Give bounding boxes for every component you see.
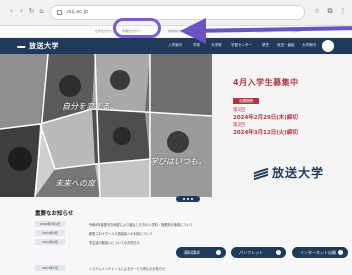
reload-icon[interactable]: ↻ <box>28 8 35 15</box>
browser-toolbar: ‹ › ↻ ⌂ ouj.ac.jp ☆ ⧉ ⋮ <box>0 0 352 26</box>
nav-item[interactable]: 大学案内 <box>302 43 316 48</box>
period-date: 2024年3月12日(火)締切 <box>233 130 298 136</box>
online-application-button[interactable]: インターネット出願 <box>292 247 348 258</box>
nav-item[interactable]: 学習センター <box>231 43 252 48</box>
extension-icon[interactable]: ⧉ <box>325 6 335 16</box>
util-link[interactable]: 在学生の方へ <box>95 29 113 33</box>
hero-caption: 未来への扉 <box>55 179 95 188</box>
nav-item[interactable]: 放送・番組 <box>277 43 295 48</box>
news-date: 2024年2月 <box>35 239 65 245</box>
arrow-circle-icon <box>276 250 281 255</box>
nav-item[interactable]: 大学院 <box>211 43 222 48</box>
brand-mark-icon <box>254 167 268 181</box>
hero-caption: 自分を変える。 <box>62 102 118 111</box>
period-tag: 出願期間 <box>233 98 259 104</box>
news-date: 2024年1月 <box>35 265 65 271</box>
button-label: パンフレット <box>239 250 264 255</box>
carousel-indicator[interactable] <box>176 196 200 202</box>
list-item[interactable]: 2024年3月1日 令和6年能登半島地震により被災した方の入学料・授業料の免除に… <box>35 221 193 228</box>
list-item[interactable]: 2024年2月 新型コロナウイルス感染症への対応について <box>35 230 185 237</box>
site-logo[interactable]: 放送大学 <box>16 41 59 51</box>
home-icon[interactable]: ⌂ <box>38 8 45 15</box>
promo-title: 4月入学生募集中 <box>233 78 299 87</box>
screenshot-frame: ‹ › ↻ ⌂ ouj.ac.jp ☆ ⧉ ⋮ 在学生の方へ 卒業生の方へ 教職… <box>0 0 352 275</box>
news-text[interactable]: 学生証の取扱いについてのお知らせ <box>89 240 140 245</box>
address-bar[interactable]: ouj.ac.jp <box>50 5 305 20</box>
annotation-highlight-ring <box>113 18 161 38</box>
button-label: インターネット出願 <box>300 250 336 255</box>
list-item[interactable]: 2024年2月 学生証の取扱いについてのお知らせ <box>35 239 185 246</box>
news-text[interactable]: システムメンテナンスによるサービス停止のお知らせ <box>89 266 165 271</box>
news-date: 2024年3月1日 <box>35 221 65 227</box>
period-date: 2024年2月29日(木)締切 <box>233 115 298 121</box>
button-label: 資料請求 <box>184 250 200 255</box>
forward-icon[interactable]: › <box>18 8 25 15</box>
arrow-circle-icon <box>338 250 343 255</box>
logo-text: 放送大学 <box>29 42 59 50</box>
site-header: 放送大学 入学案内 学部 大学院 学習センター 研究 放送・番組 大学案内 <box>0 38 352 54</box>
news-date: 2024年2月 <box>35 230 65 236</box>
request-materials-button[interactable]: 資料請求 <box>176 247 226 258</box>
menu-icon[interactable]: ⋮ <box>338 6 348 16</box>
news-text[interactable]: 新型コロナウイルス感染症への対応について <box>89 231 153 236</box>
hero-caption: 学びはいつも。 <box>150 157 206 166</box>
news-title: 重要なお知らせ <box>35 211 74 217</box>
lock-icon <box>57 10 62 15</box>
url-text: ouj.ac.jp <box>67 9 89 15</box>
brand-name: 放送大学 <box>272 166 325 180</box>
arrow-circle-icon <box>216 250 221 255</box>
star-icon[interactable]: ☆ <box>312 6 322 16</box>
search-icon[interactable] <box>322 40 334 52</box>
nav-item[interactable]: 研究 <box>262 43 269 48</box>
pamphlet-button[interactable]: パンフレット <box>231 247 286 258</box>
news-text[interactable]: 令和6年能登半島地震により被災した方の入学料・授業料の免除について <box>89 222 193 227</box>
annotation-arrow-icon <box>180 18 206 44</box>
photo-collage <box>0 54 212 197</box>
back-icon[interactable]: ‹ <box>8 8 15 15</box>
list-item[interactable]: 2024年1月 システムメンテナンスによるサービス停止のお知らせ <box>35 265 185 272</box>
logo-mark-icon <box>16 42 28 48</box>
